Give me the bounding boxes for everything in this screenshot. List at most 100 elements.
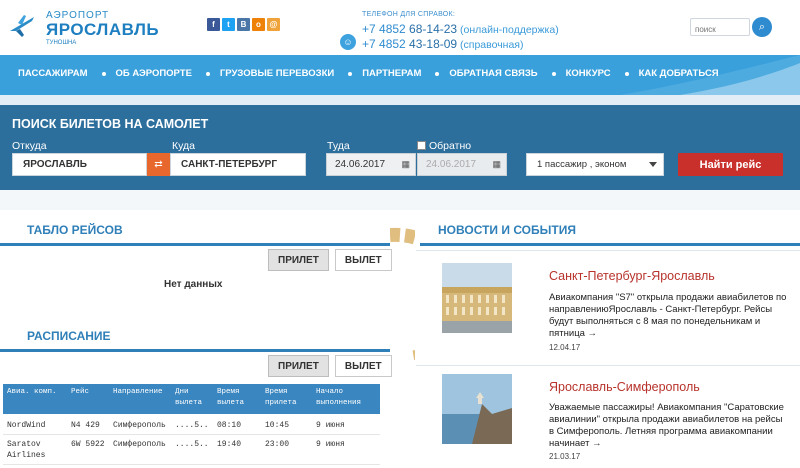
nav-item-directions[interactable]: КАК ДОБРАТЬСЯ [639, 68, 719, 79]
column-header-text: Дни [175, 388, 189, 396]
cell-depart-time: 19:40 [213, 434, 261, 465]
cell-arrive-time: 10:45 [261, 414, 312, 435]
return-checkbox[interactable] [417, 141, 426, 150]
cell-depart-time: 08:10 [213, 414, 261, 435]
nav-item-feedback[interactable]: ОБРАТНАЯ СВЯЗЬ [449, 68, 537, 79]
table-row[interactable]: Saratov Airlines 6W 5922 Симферополь ...… [3, 434, 380, 465]
column-header-text: Авиа. комп. [7, 388, 57, 396]
tab-departure[interactable]: ВЫЛЕТ [334, 355, 392, 377]
nav-item-contest[interactable]: КОНКУРС [566, 68, 611, 79]
schedule-header: РАСПИСАНИЕ [0, 320, 390, 352]
calendar-icon[interactable]: ▦ [401, 159, 410, 170]
swap-direction-icon[interactable]: ⇄ [147, 153, 170, 176]
column-header-text: Начало [316, 388, 344, 396]
phone-support[interactable]: +7 4852 68-14-23 (онлайн-поддержка) [362, 22, 559, 36]
phone-note: (справочная) [457, 39, 524, 51]
news-thumbnail[interactable] [442, 263, 512, 333]
tab-departure[interactable]: ВЫЛЕТ [334, 249, 392, 271]
nav-item-partners[interactable]: ПАРТНЕРАМ [362, 68, 421, 79]
column-header[interactable]: Время прилета [261, 384, 312, 414]
nav-items: ПАССАЖИРАМ ОБ АЭРОПОРТЕ ГРУЗОВЫЕ ПЕРЕВОЗ… [18, 68, 719, 79]
site-search-input[interactable] [691, 21, 749, 38]
column-header[interactable]: Дни вылета [171, 384, 213, 414]
nav-separator [348, 71, 353, 76]
depart-label: Туда [327, 140, 350, 152]
column-header-text: Время [217, 388, 240, 396]
news-headline[interactable]: Ярославль-Симферополь [549, 380, 700, 394]
tab-arrival[interactable]: ПРИЛЕТ [268, 355, 329, 377]
find-flight-button[interactable]: Найти рейс [678, 153, 783, 176]
nav-item-about[interactable]: ОБ АЭРОПОРТЕ [116, 68, 192, 79]
column-header-text: Время [265, 388, 288, 396]
schedule-title: РАСПИСАНИЕ [27, 329, 111, 343]
section-gap [0, 190, 800, 210]
news-item[interactable]: Санкт-Петербург-Ярославль Авиакомпания "… [416, 250, 800, 362]
airport-logo[interactable]: АЭРОПОРТ ЯРОСЛАВЛЬ ТУНОШНА [8, 7, 159, 46]
header: АЭРОПОРТ ЯРОСЛАВЛЬ ТУНОШНА f t B o @ ТЕЛ… [0, 0, 800, 55]
nav-item-cargo[interactable]: ГРУЗОВЫЕ ПЕРЕВОЗКИ [220, 68, 334, 79]
column-header[interactable]: Направление [109, 384, 171, 414]
odnoklassniki-icon[interactable]: o [252, 18, 265, 31]
chat-support-icon[interactable]: ☺ [340, 34, 356, 50]
news-thumbnail[interactable] [442, 374, 512, 444]
passenger-select[interactable]: 1 пассажир , эконом [526, 153, 664, 176]
calendar-icon[interactable]: ▦ [492, 159, 501, 170]
column-header[interactable]: Рейс [67, 384, 109, 414]
search-icon[interactable]: ⌕ [752, 17, 772, 37]
cell-arrive-time: 23:00 [261, 434, 312, 465]
news-item[interactable]: Ярославль-Симферополь Уважаемые пассажир… [416, 365, 800, 468]
return-date-value: 24.06.2017 [426, 159, 477, 170]
cell-direction: Симферополь [109, 414, 171, 435]
to-label: Куда [172, 140, 195, 152]
news-title: НОВОСТИ И СОБЫТИЯ [438, 223, 576, 237]
passenger-value: 1 пассажир , эконом [537, 159, 627, 170]
mail-icon[interactable]: @ [267, 18, 280, 31]
column-header-text: выполнения [316, 399, 362, 407]
nav-item-passengers[interactable]: ПАССАЖИРАМ [18, 68, 88, 79]
cell-airline: Saratov Airlines [3, 434, 67, 465]
twitter-icon[interactable]: t [222, 18, 235, 31]
column-header[interactable]: Авиа. комп. [3, 384, 67, 414]
column-header[interactable]: Начало выполнения [312, 384, 380, 414]
site-search-field[interactable] [690, 18, 750, 38]
phones-label: ТЕЛЕФОН ДЛЯ СПРАВОК: [362, 11, 456, 18]
nav-separator [435, 71, 440, 76]
news-text: Авиакомпания "S7" открыла продажи авиаби… [549, 292, 787, 339]
palace-image-icon [442, 263, 512, 333]
phone-info[interactable]: +7 4852 43-18-09 (справочная) [362, 37, 523, 51]
board-tabs: ПРИЛЕТ ВЫЛЕТ [268, 249, 392, 271]
news-date: 12.04.17 [549, 343, 581, 352]
phone-number: 43-18-09 [405, 37, 458, 51]
from-label: Откуда [12, 140, 47, 152]
nav-separator [624, 71, 629, 76]
return-date-field[interactable]: 24.06.2017 ▦ [417, 153, 507, 176]
main-nav: ПАССАЖИРАМ ОБ АЭРОПОРТЕ ГРУЗОВЫЕ ПЕРЕВОЗ… [0, 55, 800, 95]
news-text: Уважаемые пассажиры! Авиакомпания "Сарат… [549, 402, 784, 449]
facebook-icon[interactable]: f [207, 18, 220, 31]
column-header-text: вылета [217, 399, 245, 407]
seaside-image-icon [442, 374, 512, 444]
board-header: ТАБЛО РЕЙСОВ [0, 214, 390, 246]
table-row[interactable]: NordWind N4 429 Симферополь ....5.. 08:1… [3, 414, 380, 435]
cell-direction: Симферополь [109, 434, 171, 465]
news-headline[interactable]: Санкт-Петербург-Ярославль [549, 269, 715, 283]
column-header-text: прилета [265, 399, 297, 407]
chevron-down-icon [649, 162, 657, 167]
column-header-text: Направление [113, 388, 163, 396]
ticket-search-panel: ПОИСК БИЛЕТОВ НА САМОЛЕТ [0, 105, 800, 190]
nav-divider [0, 95, 800, 105]
vk-icon[interactable]: B [237, 18, 250, 31]
social-links: f t B o @ [207, 18, 280, 31]
phone-code: +7 4852 [362, 22, 406, 36]
nav-separator [101, 71, 106, 76]
tab-arrival[interactable]: ПРИЛЕТ [268, 249, 329, 271]
column-header[interactable]: Время вылета [213, 384, 261, 414]
to-field[interactable]: САНКТ-ПЕТЕРБУРГ [170, 153, 306, 176]
depart-date-field[interactable]: 24.06.2017 ▦ [326, 153, 416, 176]
from-field[interactable]: ЯРОСЛАВЛЬ [12, 153, 147, 176]
phone-number: 68-14-23 [405, 22, 458, 36]
nav-separator [205, 71, 210, 76]
column-header-text: Рейс [71, 388, 90, 396]
panel-title: ПОИСК БИЛЕТОВ НА САМОЛЕТ [12, 117, 209, 131]
cell-airline: NordWind [3, 414, 67, 435]
